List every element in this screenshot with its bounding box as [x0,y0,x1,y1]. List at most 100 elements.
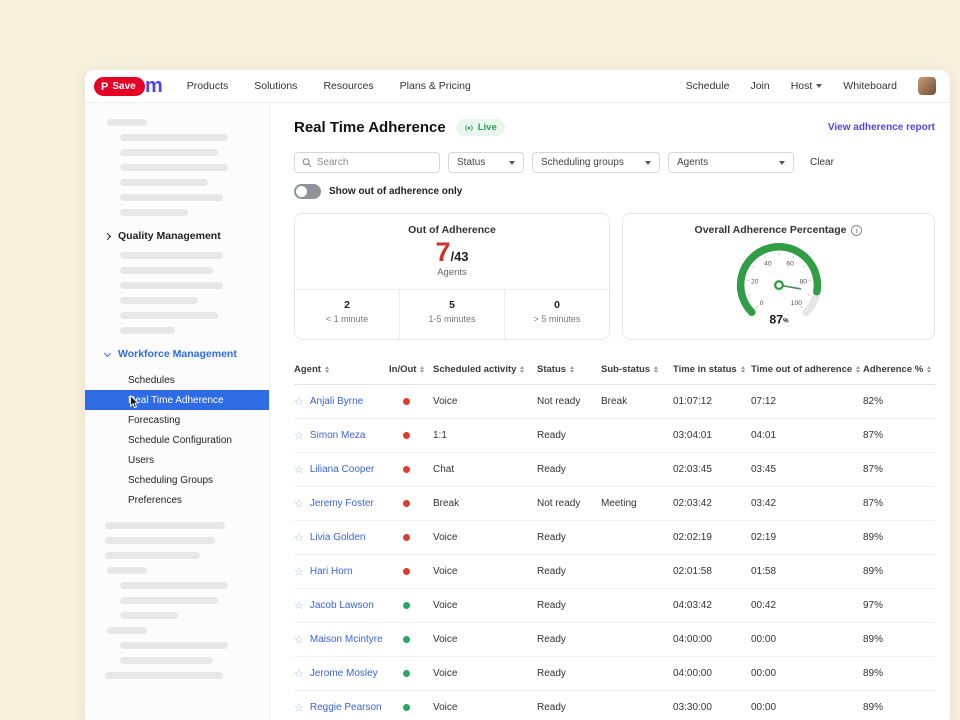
star-icon[interactable]: ☆ [294,531,304,544]
user-avatar[interactable] [918,77,936,95]
skeleton-bar [120,657,213,664]
skeleton-bar [120,267,213,274]
star-icon[interactable]: ☆ [294,565,304,578]
agent-name-link[interactable]: Maison Mcintyre [310,634,383,645]
sidebar-item-real-time-adherence[interactable]: Real Time Adherence [85,390,269,410]
skeleton-group-c [85,522,269,679]
agent-cell[interactable]: ☆ Liliana Cooper [294,463,389,476]
agent-cell[interactable]: ☆ Reggie Pearson [294,701,389,714]
agent-name-link[interactable]: Jeremy Foster [310,498,374,509]
pinterest-save-button[interactable]: P Save [94,77,145,96]
agent-name-link[interactable]: Jacob Lawson [310,600,374,611]
agent-name-link[interactable]: Hari Horn [310,566,353,577]
inout-cell [389,568,433,575]
show-out-of-adherence-toggle[interactable] [294,184,321,199]
column-header-status[interactable]: Status [537,364,601,375]
column-header-adherence[interactable]: Adherence % [863,364,935,375]
section-label: Quality Management [118,230,221,242]
summary-cards: Out of Adherence 7/43 Agents 2 < 1 minut… [294,213,935,340]
sort-icon[interactable] [325,366,329,374]
sort-icon[interactable] [520,366,524,374]
info-icon[interactable] [851,225,862,236]
sort-icon[interactable] [420,366,424,374]
column-header-agent[interactable]: Agent [294,364,389,375]
sidebar-item-users[interactable]: Users [85,450,269,470]
agent-name-link[interactable]: Liliana Cooper [310,464,375,475]
main-content: Real Time Adherence Live View adherence … [270,103,950,720]
view-adherence-report-link[interactable]: View adherence report [828,122,935,133]
sidebar-section-workforce-management[interactable]: Workforce Management [85,342,269,366]
agent-name-link[interactable]: Anjali Byrne [310,396,363,407]
sort-icon[interactable] [927,366,931,374]
gauge-hub [775,281,783,289]
svg-text:100: 100 [790,300,801,307]
clear-filters-button[interactable]: Clear [810,157,834,168]
star-icon[interactable]: ☆ [294,633,304,646]
nav-item-whiteboard[interactable]: Whiteboard [843,80,897,92]
agents-filter-dropdown[interactable]: Agents [668,152,794,173]
agent-cell[interactable]: ☆ Livia Golden [294,531,389,544]
agent-cell[interactable]: ☆ Anjali Byrne [294,395,389,408]
column-header-in-out[interactable]: In/Out [389,364,433,375]
star-icon[interactable]: ☆ [294,599,304,612]
skeleton-bar [120,297,198,304]
sidebar: Quality Management Workforce Management … [85,103,270,720]
agent-cell[interactable]: ☆ Simon Meza [294,429,389,442]
sort-icon[interactable] [570,366,574,374]
app-logo[interactable]: m [145,76,163,96]
search-input[interactable] [317,157,432,168]
out-of-adherence-buckets: 2 < 1 minute 5 1-5 minutes 0 > 5 minutes [295,289,609,339]
sidebar-item-schedule-configuration[interactable]: Schedule Configuration [85,430,269,450]
star-icon[interactable]: ☆ [294,497,304,510]
out-of-adherence-title: Out of Adherence [295,224,609,236]
column-header-scheduled-activity[interactable]: Scheduled activity [433,364,537,375]
sort-icon[interactable] [741,366,745,374]
agent-cell[interactable]: ☆ Maison Mcintyre [294,633,389,646]
sidebar-item-schedules[interactable]: Schedules [85,370,269,390]
status-cell: Not ready [537,498,601,509]
star-icon[interactable]: ☆ [294,395,304,408]
out-of-adherence-dot-icon [403,534,410,541]
agent-cell[interactable]: ☆ Hari Horn [294,565,389,578]
time-in-status-cell: 04:03:42 [673,600,751,611]
nav-item-host[interactable]: Host [791,80,823,92]
agent-name-link[interactable]: Livia Golden [310,532,366,543]
status-cell: Ready [537,566,601,577]
sort-icon[interactable] [856,366,860,374]
inout-cell [389,636,433,643]
chevron-down-icon [816,84,822,88]
nav-item-plans-pricing[interactable]: Plans & Pricing [400,80,471,92]
nav-item-join[interactable]: Join [750,80,769,92]
nav-item-products[interactable]: Products [187,80,228,92]
star-icon[interactable]: ☆ [294,701,304,714]
sidebar-section-quality-management[interactable]: Quality Management [85,224,269,248]
star-icon[interactable]: ☆ [294,429,304,442]
sidebar-item-forecasting[interactable]: Forecasting [85,410,269,430]
agent-name-link[interactable]: Reggie Pearson [310,702,382,713]
column-header-time-out-of-adherence[interactable]: Time out of adherence [751,364,863,375]
skeleton-bar [120,312,218,319]
sidebar-item-scheduling-groups[interactable]: Scheduling Groups [85,470,269,490]
agent-cell[interactable]: ☆ Jerome Mosley [294,667,389,680]
out-of-adherence-dot-icon [403,398,410,405]
table-row: ☆Livia GoldenVoiceReady02:02:1902:1989% [294,521,935,555]
column-header-sub-status[interactable]: Sub-status [601,364,673,375]
agent-name-link[interactable]: Simon Meza [310,430,366,441]
status-cell: Ready [537,532,601,543]
nav-item-schedule[interactable]: Schedule [686,80,730,92]
agent-name-link[interactable]: Jerome Mosley [310,668,378,679]
scheduling-groups-filter-dropdown[interactable]: Scheduling groups [532,152,660,173]
sort-icon[interactable] [654,366,658,374]
nav-item-resources[interactable]: Resources [323,80,373,92]
table-row: ☆Hari HornVoiceReady02:01:5801:5889% [294,555,935,589]
agent-cell[interactable]: ☆ Jacob Lawson [294,599,389,612]
table-row: ☆Jacob LawsonVoiceReady04:03:4200:4297% [294,589,935,623]
star-icon[interactable]: ☆ [294,667,304,680]
sidebar-item-preferences[interactable]: Preferences [85,490,269,510]
nav-item-solutions[interactable]: Solutions [254,80,297,92]
agent-cell[interactable]: ☆ Jeremy Foster [294,497,389,510]
status-filter-dropdown[interactable]: Status [448,152,524,173]
column-header-time-in-status[interactable]: Time in status [673,364,751,375]
star-icon[interactable]: ☆ [294,463,304,476]
search-box[interactable] [294,152,440,173]
